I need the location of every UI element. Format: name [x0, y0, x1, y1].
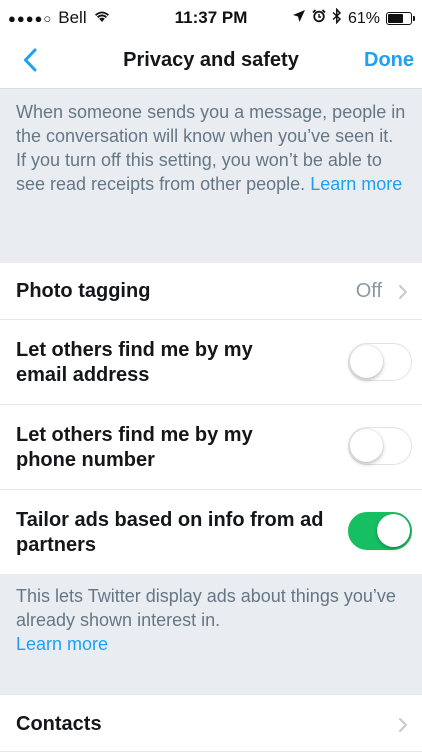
photo-tagging-row[interactable]: Photo tagging Off — [0, 263, 422, 320]
find-by-phone-label: Let others find me by my phone number — [16, 424, 253, 471]
bluetooth-icon — [332, 7, 342, 29]
contacts-row[interactable]: Contacts — [0, 694, 422, 752]
tailor-ads-row: Tailor ads based on info from ad partner… — [0, 490, 422, 574]
tailor-ads-label: Tailor ads based on info from ad partner… — [16, 509, 324, 556]
find-by-phone-row: Let others find me by my phone number — [0, 405, 422, 490]
read-receipts-learn-more-link[interactable]: Learn more — [310, 174, 402, 194]
find-by-email-label: Let others find me by my email address — [16, 339, 253, 386]
battery-icon — [386, 12, 415, 25]
photo-tagging-label: Photo tagging — [16, 280, 151, 302]
tailor-ads-toggle[interactable] — [348, 512, 412, 550]
status-right: 61% — [292, 7, 415, 29]
find-by-email-row: Let others find me by my email address — [0, 320, 422, 405]
alarm-icon — [312, 9, 326, 28]
find-by-email-toggle[interactable] — [348, 343, 412, 381]
tailor-ads-description: This lets Twitter display ads about thin… — [0, 574, 422, 694]
tailor-ads-text: This lets Twitter display ads about thin… — [16, 586, 396, 630]
page-title: Privacy and safety — [123, 49, 299, 71]
chevron-right-icon — [398, 284, 408, 300]
toggle-knob — [350, 345, 383, 378]
chevron-right-icon — [398, 717, 408, 733]
read-receipts-description: When someone sends you a message, people… — [0, 89, 422, 263]
location-icon — [292, 9, 306, 28]
done-button[interactable]: Done — [364, 49, 414, 72]
contacts-label: Contacts — [16, 713, 102, 735]
toggle-knob — [377, 514, 410, 547]
status-bar: ●●●●○ Bell 11:37 PM 61% — [0, 0, 422, 34]
photo-tagging-value: Off — [355, 280, 382, 302]
find-by-phone-toggle[interactable] — [348, 427, 412, 465]
tailor-ads-learn-more-link[interactable]: Learn more — [16, 634, 108, 654]
toggle-knob — [350, 429, 383, 462]
navigation-bar: Privacy and safety Done — [0, 34, 422, 89]
battery-percent: 61% — [347, 9, 380, 27]
